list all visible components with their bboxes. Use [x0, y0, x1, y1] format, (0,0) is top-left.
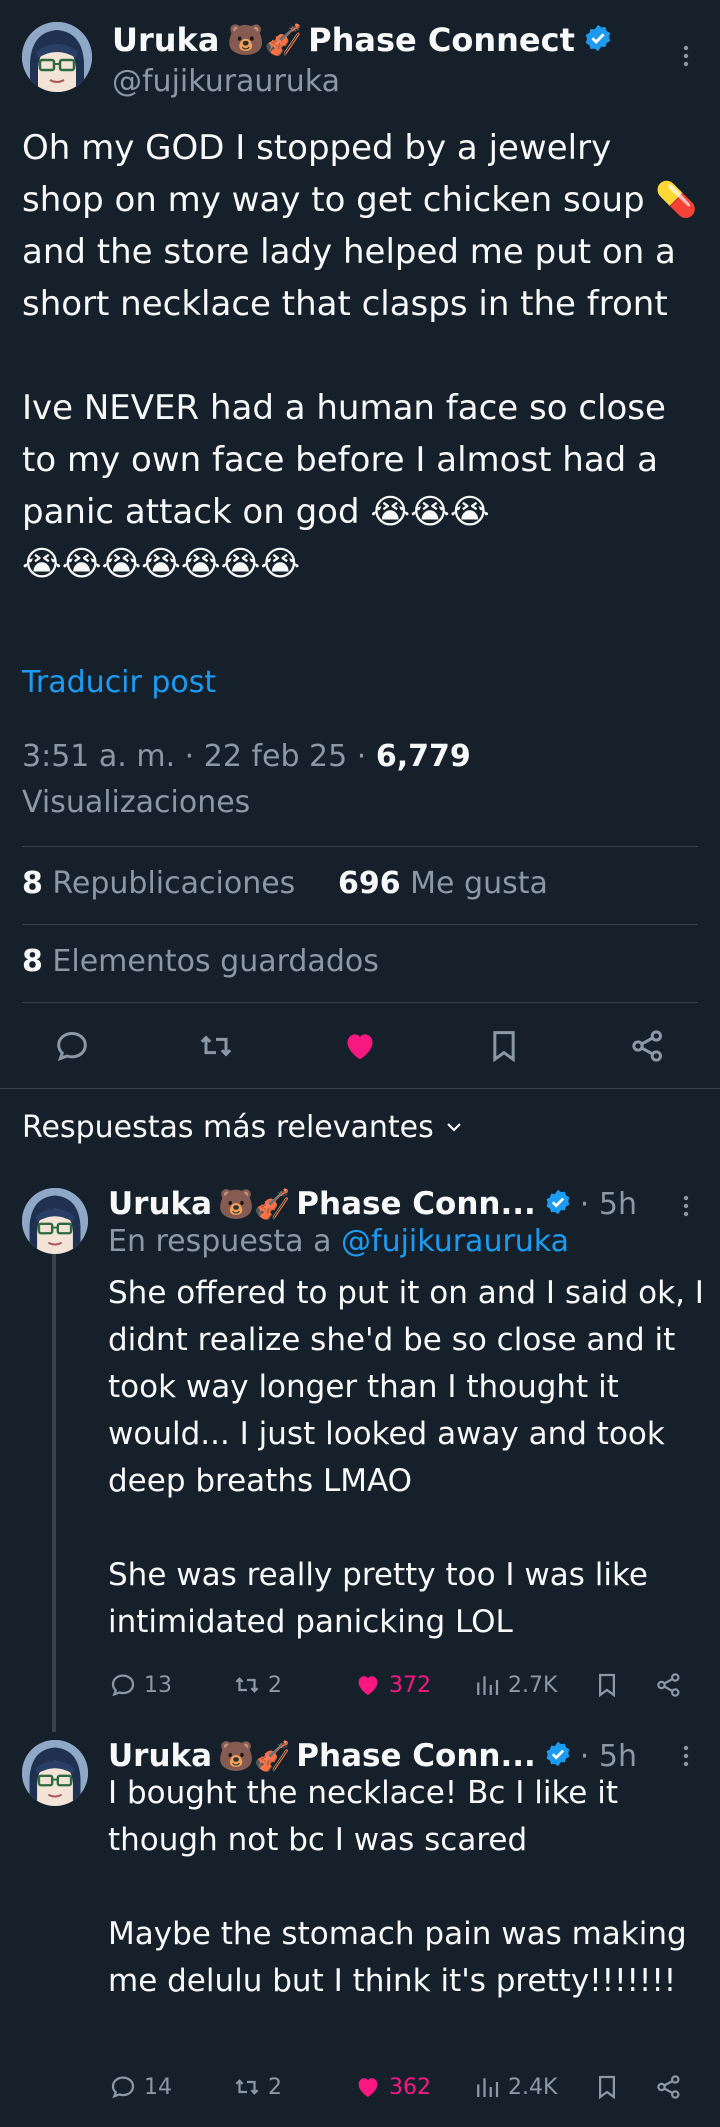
- thread-line: [52, 1234, 56, 1732]
- post-meta: 3:51 a. m. · 22 feb 25 · 6,779 Visualiza…: [22, 734, 702, 826]
- repost-icon: [235, 2079, 259, 2095]
- bookmark-icon[interactable]: [592, 1670, 622, 1704]
- bookmarks-count: 8: [22, 944, 43, 979]
- like-button[interactable]: 362: [353, 2072, 431, 2102]
- likes-count: 696: [338, 866, 401, 901]
- post-author-handle[interactable]: @fujikurauruka: [112, 64, 340, 99]
- display-name-suffix[interactable]: Phase Conn...: [296, 1186, 536, 1222]
- reposts-label: Republicaciones: [52, 866, 296, 901]
- bookmarks-label: Elementos guardados: [52, 944, 379, 979]
- reply-icon[interactable]: [52, 1026, 92, 1070]
- post-text: Oh my GOD I stopped by a jewelry shop on…: [22, 128, 698, 584]
- reply-to-line: En respuesta a @fujikurauruka: [108, 1224, 569, 1259]
- avatar[interactable]: [22, 1188, 88, 1254]
- reply-icon: [111, 2076, 135, 2099]
- views-label: Visualizaciones: [22, 785, 251, 820]
- avatar[interactable]: [22, 1740, 88, 1806]
- share-icon[interactable]: [654, 1670, 684, 1704]
- likes-label: Me gusta: [410, 866, 548, 901]
- heart-filled-icon: [358, 1676, 378, 1695]
- more-options-icon[interactable]: [676, 1190, 696, 1222]
- verified-badge-icon: [544, 1740, 572, 1772]
- divider: [22, 924, 698, 925]
- reply-text: I bought the necklace! Bc I like it thou…: [108, 1775, 687, 1999]
- views-count: 2.7K: [508, 1672, 558, 1698]
- display-name-suffix[interactable]: Phase Conn...: [296, 1738, 536, 1774]
- reply-to-prefix: En respuesta a: [108, 1224, 342, 1259]
- like-count: 372: [389, 1672, 431, 1698]
- chevron-down-icon: [444, 1110, 464, 1145]
- reply-to-handle[interactable]: @fujikurauruka: [341, 1224, 569, 1259]
- post-author-name[interactable]: Uruka 🐻🎻 Phase Connect: [112, 18, 613, 62]
- repost-button[interactable]: 2: [232, 2072, 282, 2102]
- display-name-suffix[interactable]: Phase Connect: [308, 21, 575, 59]
- divider: [0, 1088, 720, 1089]
- views-icon: [477, 1676, 499, 1695]
- bookmark-icon[interactable]: [484, 1026, 524, 1070]
- more-options-icon[interactable]: [676, 40, 696, 72]
- repost-icon: [235, 1677, 259, 1693]
- views-icon: [477, 2078, 499, 2097]
- heart-filled-icon[interactable]: [340, 1026, 380, 1070]
- reposts-count: 8: [22, 866, 43, 901]
- reply-action-bar: 13 2 372 2.7K: [108, 1670, 688, 1706]
- name-emojis: 🐻🎻: [218, 1738, 291, 1773]
- divider: [22, 1002, 698, 1003]
- reply-count: 13: [144, 1672, 172, 1698]
- reply-button[interactable]: 14: [108, 2072, 172, 2102]
- bookmarks-stat[interactable]: 8 Elementos guardados: [22, 944, 379, 979]
- share-icon[interactable]: [654, 2072, 684, 2106]
- sort-replies-dropdown[interactable]: Respuestas más relevantes: [22, 1110, 464, 1145]
- reply-text: She offered to put it on and I said ok, …: [108, 1275, 704, 1640]
- name-emojis: 🐻🎻: [218, 1186, 291, 1221]
- views-count: 6,779: [375, 739, 471, 774]
- views-button[interactable]: 2.4K: [472, 2072, 557, 2102]
- verified-badge-icon: [583, 23, 613, 57]
- reply-age[interactable]: · 5h: [580, 1739, 637, 1774]
- share-icon[interactable]: [628, 1026, 668, 1070]
- repost-count: 2: [268, 1672, 282, 1698]
- reply-icon: [111, 1674, 135, 1697]
- bookmark-icon[interactable]: [592, 2072, 622, 2106]
- post-timestamp: 3:51 a. m. · 22 feb 25 ·: [22, 739, 376, 774]
- repost-count: 2: [268, 2074, 282, 2100]
- heart-filled-icon: [358, 2078, 378, 2097]
- translate-post-link[interactable]: Traducir post: [22, 665, 216, 700]
- display-name[interactable]: Uruka: [108, 1738, 212, 1774]
- reply-age[interactable]: · 5h: [580, 1187, 637, 1222]
- repost-icon[interactable]: [196, 1026, 236, 1070]
- reply-action-bar: 14 2 362 2.4K: [108, 2072, 688, 2108]
- more-options-icon[interactable]: [676, 1740, 696, 1772]
- views-button[interactable]: 2.7K: [472, 1670, 557, 1700]
- reply-button[interactable]: 13: [108, 1670, 172, 1700]
- display-name[interactable]: Uruka: [112, 21, 219, 59]
- avatar[interactable]: [22, 22, 92, 92]
- divider: [22, 846, 698, 847]
- name-emojis: 🐻🎻: [227, 22, 303, 58]
- like-button[interactable]: 372: [353, 1670, 431, 1700]
- reply-author-name[interactable]: Uruka 🐻🎻 Phase Conn... · 5h: [108, 1182, 637, 1226]
- likes-stat[interactable]: 696 Me gusta: [338, 866, 548, 901]
- like-count: 362: [389, 2074, 431, 2100]
- views-count: 2.4K: [508, 2074, 558, 2100]
- display-name[interactable]: Uruka: [108, 1186, 212, 1222]
- reply-count: 14: [144, 2074, 172, 2100]
- reposts-stat[interactable]: 8 Republicaciones: [22, 866, 295, 901]
- repost-button[interactable]: 2: [232, 1670, 282, 1700]
- verified-badge-icon: [544, 1188, 572, 1220]
- sort-label: Respuestas más relevantes: [22, 1110, 434, 1145]
